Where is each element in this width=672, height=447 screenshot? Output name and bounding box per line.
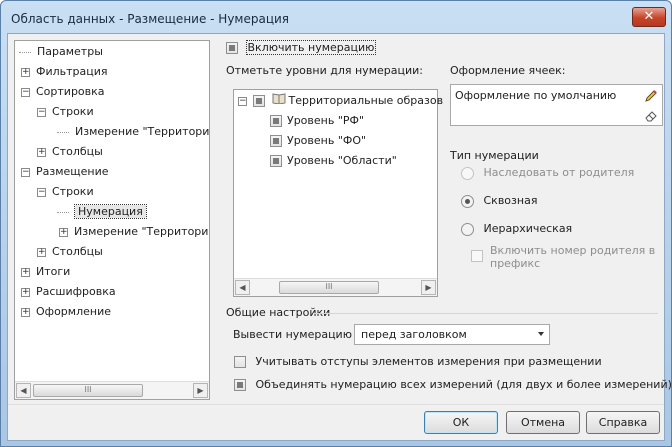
expand-icon[interactable]: + xyxy=(59,227,68,237)
type-inherit-row[interactable]: Наследовать от родителя xyxy=(461,166,634,180)
expand-icon[interactable]: + xyxy=(37,247,46,257)
level-root[interactable]: − Территориальные образов xyxy=(238,92,443,110)
tree-item-parameters[interactable]: Параметры xyxy=(19,43,103,61)
merge-checkbox[interactable] xyxy=(234,379,246,391)
enable-numbering-row[interactable]: Включить нумерацию xyxy=(226,40,377,55)
expand-icon[interactable]: + xyxy=(21,67,30,77)
tree-item-totals[interactable]: + Итоги xyxy=(21,263,70,281)
dialog-window: Область данных - Размещение - Нумерация … xyxy=(0,0,672,447)
levels-label: Отметьте уровни для нумерации: xyxy=(226,64,423,77)
tree-item-placement-columns[interactable]: + Столбцы xyxy=(37,243,103,261)
tree-item-filtering[interactable]: + Фильтрация xyxy=(21,63,108,81)
cell-format-box: Оформление по умолчанию xyxy=(450,84,663,126)
title-bar[interactable]: Область данных - Размещение - Нумерация … xyxy=(1,1,671,35)
ok-button[interactable]: ОК xyxy=(424,411,498,434)
tree-item-placement[interactable]: − Размещение xyxy=(21,163,109,181)
level-rf[interactable]: Уровень "РФ" xyxy=(270,112,364,130)
tree-item-formatting[interactable]: + Оформление xyxy=(21,303,111,321)
levels-tree[interactable]: − Территориальные образов Уровень "РФ" У… xyxy=(233,89,443,297)
settings-tree[interactable]: Параметры + Фильтрация − Сортировка − Строк… xyxy=(14,40,210,400)
level-checkbox[interactable] xyxy=(253,95,265,107)
collapse-icon[interactable]: − xyxy=(37,107,46,117)
scroll-right-icon[interactable]: ▶ xyxy=(421,280,436,295)
collapse-icon[interactable]: − xyxy=(37,187,46,197)
tree-item-sorting-columns[interactable]: + Столбцы xyxy=(37,143,103,161)
type-hierarchical-row[interactable]: Иерархическая xyxy=(461,222,572,236)
type-hierarchical-radio[interactable] xyxy=(461,222,474,236)
cancel-button[interactable]: Отмена xyxy=(506,411,580,434)
expand-icon[interactable]: + xyxy=(21,307,30,317)
type-inherit-radio[interactable] xyxy=(461,166,474,180)
scroll-thumb[interactable]: III xyxy=(279,281,379,294)
pencil-icon[interactable] xyxy=(644,89,658,103)
numbering-type-label: Тип нумерации xyxy=(450,149,539,162)
collapse-icon[interactable]: − xyxy=(21,87,30,97)
level-checkbox[interactable] xyxy=(270,115,282,127)
cell-format-label: Оформление ячеек: xyxy=(450,64,566,77)
tree-item-placement-dimension[interactable]: + Измерение "Территориал xyxy=(59,223,209,241)
parent-number-checkbox[interactable] xyxy=(471,250,483,262)
window-title: Область данных - Размещение - Нумерация xyxy=(11,12,290,26)
close-button[interactable]: ✕ xyxy=(632,7,666,27)
level-checkbox[interactable] xyxy=(270,155,282,167)
tree-item-sorting-dimension[interactable]: Измерение "Территориал xyxy=(57,123,209,141)
tree-item-sorting-rows[interactable]: − Строки xyxy=(37,103,94,121)
expand-icon[interactable]: + xyxy=(21,287,30,297)
dialog-footer: ОК Отмена Справка xyxy=(8,404,664,440)
scroll-right-icon[interactable]: ▶ xyxy=(193,383,208,398)
general-settings-divider xyxy=(313,313,658,314)
indent-checkbox[interactable] xyxy=(234,356,246,368)
output-numbering-select[interactable]: перед заголовком xyxy=(354,324,550,345)
scroll-left-icon[interactable]: ◀ xyxy=(16,383,31,398)
type-continuous-row[interactable]: Сквозная xyxy=(461,194,537,208)
levels-horizontal-scrollbar[interactable]: ◀ III ▶ xyxy=(234,278,437,296)
scroll-left-icon[interactable]: ◀ xyxy=(235,280,250,295)
level-regions[interactable]: Уровень "Области" xyxy=(270,152,397,170)
tree-item-placement-rows[interactable]: − Строки xyxy=(37,183,94,201)
chevron-down-icon xyxy=(538,332,544,336)
level-checkbox[interactable] xyxy=(270,135,282,147)
dialog-client: Параметры + Фильтрация − Сортировка − Строк… xyxy=(7,33,672,441)
merge-row[interactable]: Объединять нумерацию всех измерений (для… xyxy=(234,378,672,391)
collapse-icon[interactable]: − xyxy=(21,167,30,177)
expand-icon[interactable]: + xyxy=(21,267,30,277)
tree-item-drilldown[interactable]: + Расшифровка xyxy=(21,283,116,301)
tree-item-sorting[interactable]: − Сортировка xyxy=(21,83,105,101)
numbering-panel: Включить нумерацию Отметьте уровни для н… xyxy=(226,40,672,391)
collapse-icon[interactable]: − xyxy=(238,96,247,106)
indent-row[interactable]: Учитывать отступы элементов измерения пр… xyxy=(234,355,602,368)
level-fo[interactable]: Уровень "ФО" xyxy=(270,132,366,150)
type-continuous-radio[interactable] xyxy=(461,194,474,208)
tree-item-numbering[interactable]: Нумерация xyxy=(57,203,147,221)
enable-numbering-label: Включить нумерацию xyxy=(245,40,377,55)
output-numbering-label: Вывести нумерацию xyxy=(233,328,352,341)
enable-numbering-checkbox[interactable] xyxy=(226,42,238,54)
scroll-thumb[interactable]: III xyxy=(33,384,143,397)
expand-icon[interactable]: + xyxy=(37,147,46,157)
eraser-icon[interactable] xyxy=(644,109,658,123)
tree-horizontal-scrollbar[interactable]: ◀ III ▶ xyxy=(15,381,209,399)
help-button[interactable]: Справка xyxy=(586,411,660,434)
cell-format-value: Оформление по умолчанию xyxy=(455,89,617,102)
book-icon xyxy=(272,92,286,110)
